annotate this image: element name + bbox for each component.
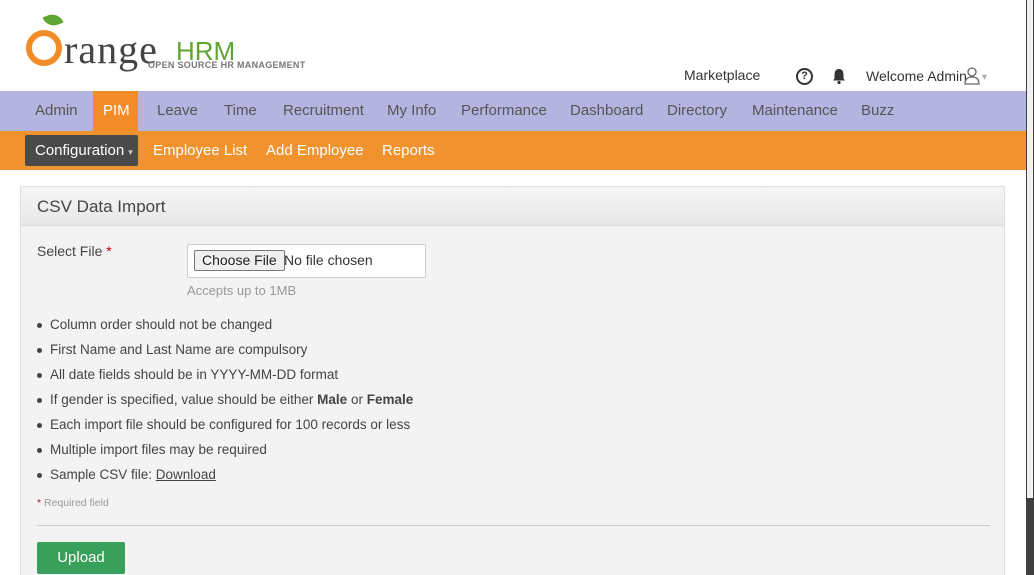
submenu-add-employee[interactable]: Add Employee [266,131,364,170]
bullet [37,423,42,428]
header: range HRM OPEN SOURCE HR MANAGEMENT Mark… [0,0,1026,91]
logo-orange-mark [26,30,62,66]
menu-item-pim[interactable]: PIM [93,91,138,131]
marketplace-link[interactable]: Marketplace [684,67,760,83]
panel-header: CSV Data Import [21,187,1004,226]
configuration-label: Configuration [35,142,125,159]
menu-item-dashboard[interactable]: Dashboard [560,91,653,131]
note-text: If gender is specified, value should be … [50,392,413,407]
caret-down-icon[interactable]: ▾ [982,72,987,83]
menu-item-my-info[interactable]: My Info [377,91,446,131]
divider [37,525,990,526]
upload-button[interactable]: Upload [37,542,125,574]
submenu-reports[interactable]: Reports [382,131,435,170]
required-star: * [106,243,112,259]
note-text: Column order should not be changed [50,317,273,332]
scrollbar-track[interactable] [1027,0,1033,498]
note-text: All date fields should be in YYYY-MM-DD … [50,367,339,382]
bullet [37,373,42,378]
orangehrm-logo[interactable]: range HRM OPEN SOURCE HR MANAGEMENT [26,11,326,74]
note-gender-or: or [347,392,367,407]
note-text: Multiple import files may be required [50,442,267,457]
menu-item-time[interactable]: Time [214,91,267,131]
select-file-label: Select File * [37,243,112,259]
menu-item-leave[interactable]: Leave [147,91,208,131]
download-link[interactable]: Download [156,467,216,482]
note-text: Each import file should be configured fo… [50,417,411,432]
csv-import-panel: CSV Data Import Select File * Choose Fil… [20,186,1005,575]
note-text: First Name and Last Name are compulsory [50,342,308,357]
menu-item-buzz[interactable]: Buzz [851,91,904,131]
note-gender-pre: If gender is specified, value should be … [50,392,318,407]
menu-item-admin[interactable]: Admin [25,91,88,131]
menu-item-maintenance[interactable]: Maintenance [742,91,848,131]
scrollbar[interactable] [1026,0,1034,575]
sub-menu: Configuration ▾ Employee List Add Employe… [0,131,1026,170]
panel-title: CSV Data Import [37,197,166,216]
file-status: No file chosen [284,252,373,268]
configuration-dropdown[interactable]: Configuration ▾ [25,135,138,166]
required-star: * [37,497,42,509]
note-gender-female: Female [366,392,414,407]
submenu-employee-list[interactable]: Employee List [153,131,247,170]
user-icon[interactable] [964,67,980,85]
bullet [37,323,42,328]
menu-item-performance[interactable]: Performance [451,91,557,131]
logo-tagline: OPEN SOURCE HR MANAGEMENT [148,60,306,70]
note-text: Sample CSV file: Download [50,467,216,482]
welcome-user[interactable]: Welcome Admin [866,68,967,84]
bell-icon[interactable] [830,67,848,85]
required-field-note: * Required field [37,497,109,509]
bullet [37,348,42,353]
choose-file-button[interactable]: Choose File [194,250,285,271]
bullet [37,473,42,478]
logo-leaf [42,11,64,29]
file-input[interactable]: Choose File No file chosen [187,244,426,278]
required-field-text: Required field [44,497,109,509]
bullet [37,448,42,453]
select-file-label-text: Select File [37,243,103,259]
help-icon[interactable]: ? [796,68,813,85]
file-size-hint: Accepts up to 1MB [187,283,297,298]
menu-item-directory[interactable]: Directory [657,91,737,131]
main-menu: Admin PIM Leave Time Recruitment My Info… [0,91,1026,131]
chevron-down-icon: ▾ [128,147,133,157]
logo-word: range [64,27,158,72]
page: range HRM OPEN SOURCE HR MANAGEMENT Mark… [0,0,1034,575]
sample-csv-label: Sample CSV file: [50,467,156,482]
menu-item-recruitment[interactable]: Recruitment [273,91,374,131]
note-gender-male: Male [317,392,348,407]
bullet [37,398,42,403]
